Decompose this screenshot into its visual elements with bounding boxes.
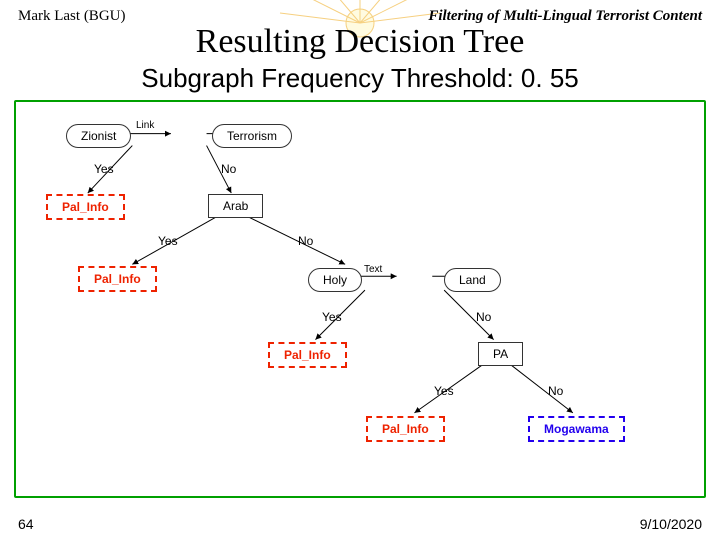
arab-node: Arab: [208, 194, 263, 218]
land-node: Land: [444, 268, 501, 292]
root-no-label: No: [221, 162, 236, 176]
text-label: Text: [364, 264, 382, 275]
arab-yes-label: Yes: [158, 234, 178, 248]
slide-subtitle: Subgraph Frequency Threshold: 0. 55: [0, 63, 720, 94]
pa-node: PA: [478, 342, 523, 366]
holy-yes-label: Yes: [322, 310, 342, 324]
holy-no-label: No: [476, 310, 491, 324]
leaf-palinfo-4: Pal_Info: [366, 416, 445, 442]
pa-no-label: No: [548, 384, 563, 398]
root-link-label: Link: [136, 120, 154, 131]
root-yes-label: Yes: [94, 162, 114, 176]
holy-node: Holy: [308, 268, 362, 292]
slide-date: 9/10/2020: [640, 516, 702, 532]
slide-title: Resulting Decision Tree: [0, 23, 720, 61]
leaf-palinfo-3: Pal_Info: [268, 342, 347, 368]
root-zionist: Zionist: [66, 124, 131, 148]
root-terrorism: Terrorism: [212, 124, 292, 148]
slide-header: Mark Last (BGU) Filtering of Multi-Lingu…: [0, 0, 720, 25]
pa-yes-label: Yes: [434, 384, 454, 398]
leaf-palinfo-1: Pal_Info: [46, 194, 125, 220]
leaf-palinfo-2: Pal_Info: [78, 266, 157, 292]
arab-no-label: No: [298, 234, 313, 248]
page-number: 64: [18, 516, 34, 532]
tree-canvas: Zionist Link Terrorism Yes No Pal_Info A…: [14, 100, 706, 498]
author-label: Mark Last (BGU): [18, 8, 125, 25]
leaf-mogawama: Mogawama: [528, 416, 625, 442]
